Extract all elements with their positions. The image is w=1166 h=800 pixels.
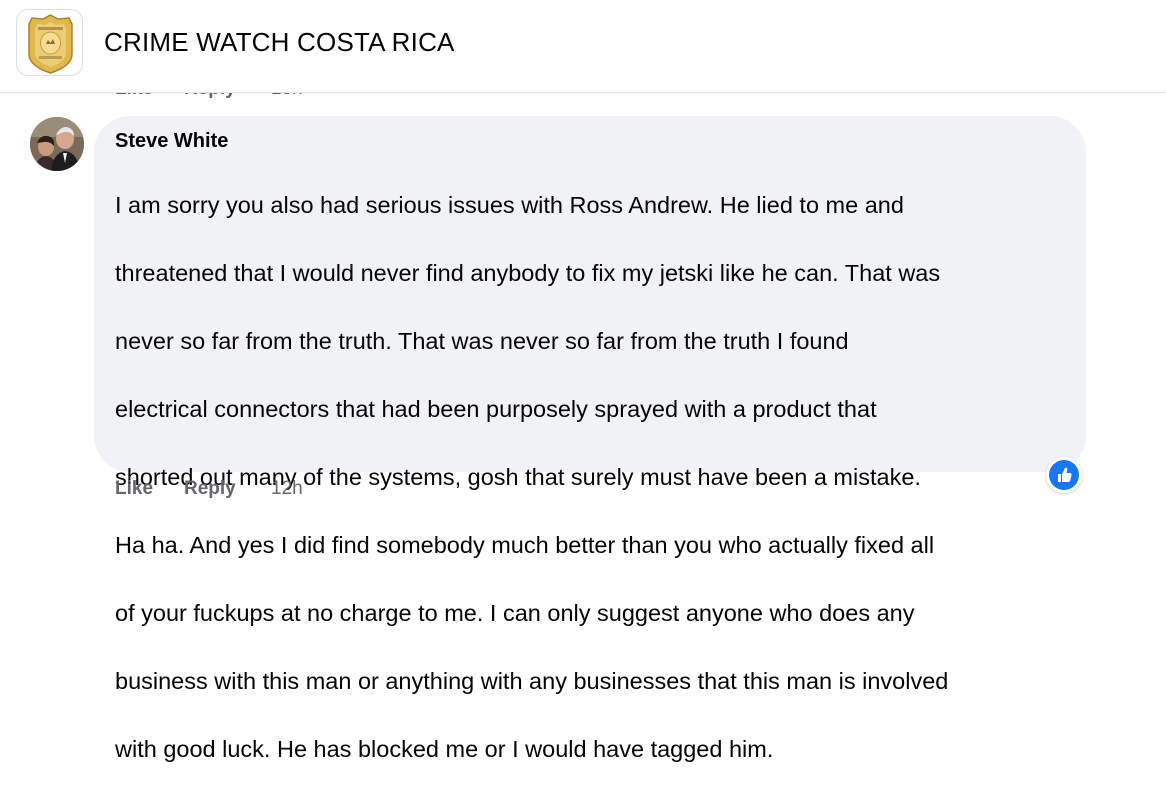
comment-text: I am sorry you also had serious issues w… xyxy=(115,154,1080,800)
comment-line: business with this man or anything with … xyxy=(115,668,949,694)
group-title[interactable]: CRIME WATCH COSTA RICA xyxy=(104,26,455,58)
comment-line: of your fuckups at no charge to me. I ca… xyxy=(115,600,915,626)
like-link[interactable]: Like xyxy=(115,478,153,500)
comment-line: shorted out many of the systems, gosh th… xyxy=(115,464,921,490)
comment-line: Ha ha. And yes I did find somebody much … xyxy=(115,532,935,558)
comment-timestamp[interactable]: 12h xyxy=(271,478,303,500)
comment-line: I am sorry you also had serious issues w… xyxy=(115,192,904,218)
comment-line: never so far from the truth. That was ne… xyxy=(115,328,849,354)
group-header: CRIME WATCH COSTA RICA xyxy=(0,0,1166,93)
comment-line: with good luck. He has blocked me or I w… xyxy=(115,736,774,762)
comment-author[interactable]: Steve White xyxy=(115,130,228,153)
comment-line: threatened that I would never find anybo… xyxy=(115,260,941,286)
reply-link[interactable]: Reply xyxy=(184,478,236,500)
user-photo-avatar[interactable] xyxy=(30,117,84,171)
like-reaction-icon[interactable] xyxy=(1046,457,1082,493)
police-badge-icon[interactable] xyxy=(16,9,83,76)
comment-line: electrical connectors that had been purp… xyxy=(115,396,877,422)
